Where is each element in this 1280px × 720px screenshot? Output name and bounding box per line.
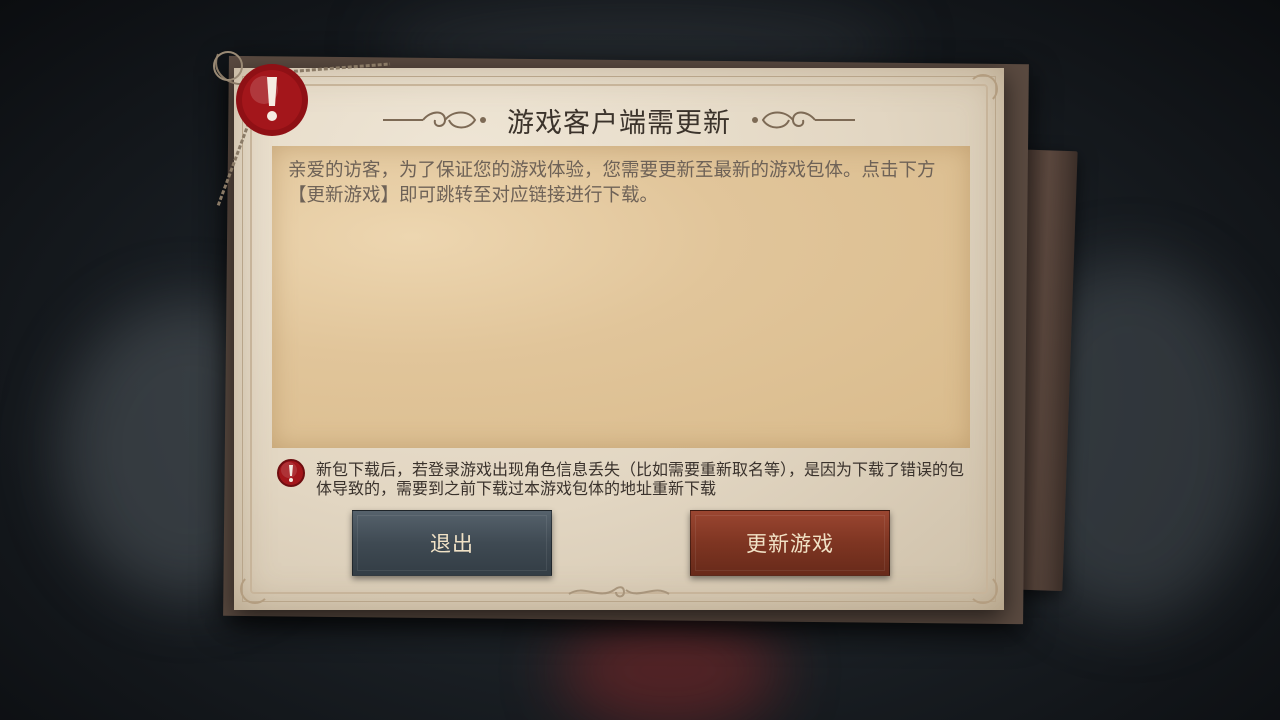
exit-button[interactable]: 退出 <box>352 510 552 576</box>
game-background: 游戏客户端需更新 亲爱的访客，为了保证您的游戏体验，您需要更新至最新的游戏包体。… <box>0 0 1280 720</box>
warning-text: 新包下载后，若登录游戏出现角色信息丢失（比如需要重新取名等），是因为下载了错误的… <box>316 460 965 498</box>
right-flourish-icon <box>752 111 855 129</box>
bottom-flourish-icon <box>568 586 670 598</box>
dialog-title: 游戏客户端需更新 <box>507 107 731 139</box>
wax-seal-exclamation-icon <box>213 51 391 207</box>
exit-button-frame <box>357 515 547 571</box>
warning-row: 新包下载后，若登录游戏出现角色信息丢失（比如需要重新取名等），是因为下载了错误的… <box>276 458 966 502</box>
corner-ornament-icon <box>968 574 998 604</box>
corner-ornament-icon <box>240 574 270 604</box>
update-button-frame <box>695 515 885 571</box>
update-game-button[interactable]: 更新游戏 <box>690 510 890 576</box>
background-blur-bottom <box>560 610 780 720</box>
exclamation-icon <box>277 459 305 487</box>
